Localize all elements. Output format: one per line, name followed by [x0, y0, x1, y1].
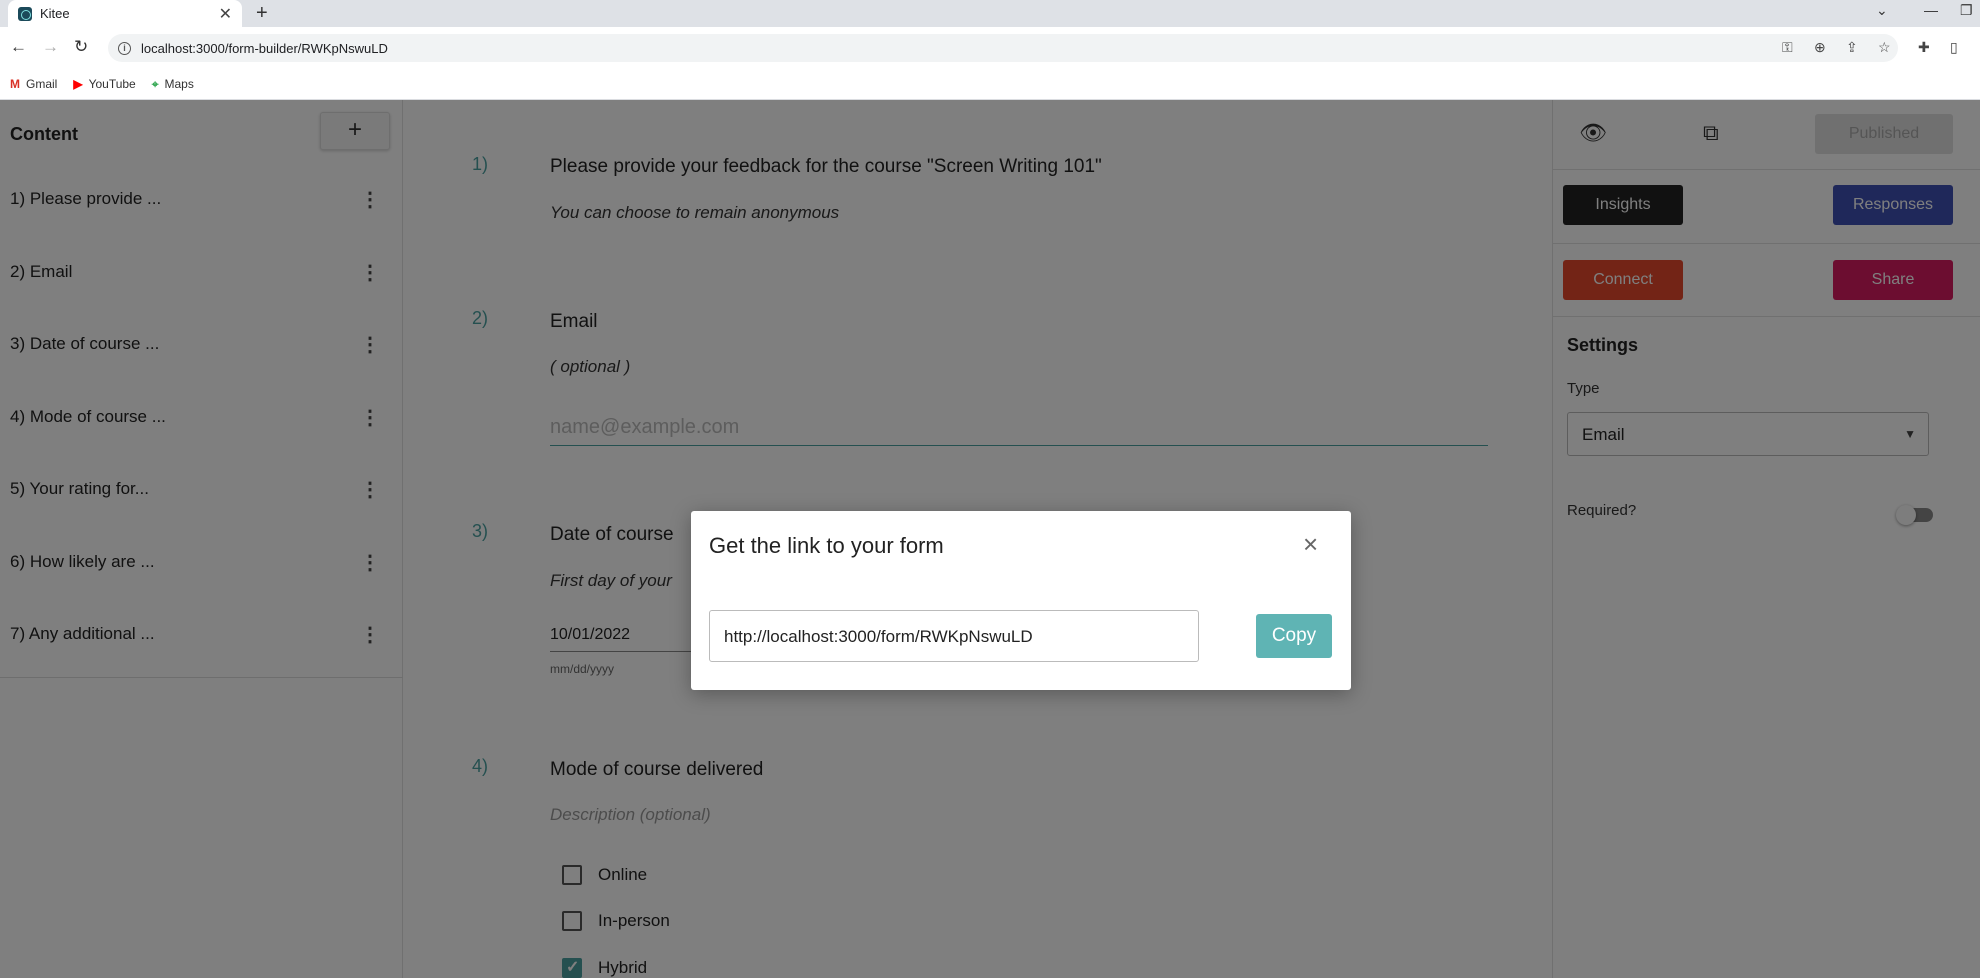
- browser-tab[interactable]: Kitee ✕: [8, 0, 242, 27]
- maps-icon: ⌖: [151, 76, 159, 91]
- forward-icon[interactable]: →: [42, 37, 59, 57]
- bookmarks-bar: M Gmail ▶ YouTube ⌖ Maps: [0, 69, 1980, 100]
- restore-icon[interactable]: ❐: [1960, 2, 1973, 19]
- bookmark-label: Gmail: [26, 77, 58, 91]
- side-panel-icon[interactable]: ▯: [1950, 39, 1958, 56]
- bookmark-label: YouTube: [88, 77, 136, 91]
- tab-search-icon[interactable]: ⌄: [1876, 2, 1888, 19]
- new-tab-button[interactable]: +: [256, 2, 268, 25]
- youtube-icon: ▶: [73, 77, 83, 91]
- url-omnibox[interactable]: i localhost:3000/form-builder/RWKpNswuLD: [108, 34, 1898, 62]
- gmail-icon: M: [10, 77, 20, 91]
- address-bar: ← → ↻ i localhost:3000/form-builder/RWKp…: [0, 27, 1980, 69]
- bookmark-maps[interactable]: ⌖ Maps: [152, 77, 194, 92]
- url-text[interactable]: localhost:3000/form-builder/RWKpNswuLD: [141, 41, 388, 56]
- close-icon[interactable]: ×: [1303, 529, 1318, 560]
- share-link-modal: Get the link to your form × http://local…: [691, 511, 1351, 690]
- bookmark-label: Maps: [164, 77, 194, 91]
- key-icon[interactable]: ⚿: [1782, 39, 1793, 56]
- form-link-field[interactable]: http://localhost:3000/form/RWKpNswuLD: [709, 610, 1199, 662]
- browser-tabstrip: Kitee ✕ + ⌄ — ❐: [0, 0, 1980, 27]
- app-favicon-icon: [18, 6, 32, 21]
- copy-button[interactable]: Copy: [1256, 614, 1332, 658]
- site-info-icon[interactable]: i: [118, 41, 131, 55]
- bookmark-youtube[interactable]: ▶ YouTube: [73, 77, 135, 91]
- extensions-icon[interactable]: ✚: [1918, 39, 1930, 56]
- tab-title: Kitee: [40, 6, 70, 21]
- bookmark-gmail[interactable]: M Gmail: [10, 77, 57, 91]
- modal-title: Get the link to your form: [709, 533, 944, 558]
- back-icon[interactable]: ←: [10, 37, 27, 57]
- close-tab-icon[interactable]: ✕: [219, 4, 232, 24]
- zoom-icon[interactable]: ⊕: [1814, 39, 1826, 56]
- share-page-icon[interactable]: ⇪: [1846, 39, 1858, 56]
- reload-icon[interactable]: ↻: [74, 37, 88, 57]
- bookmark-star-icon[interactable]: ☆: [1878, 39, 1891, 56]
- minimize-icon[interactable]: —: [1924, 2, 1938, 18]
